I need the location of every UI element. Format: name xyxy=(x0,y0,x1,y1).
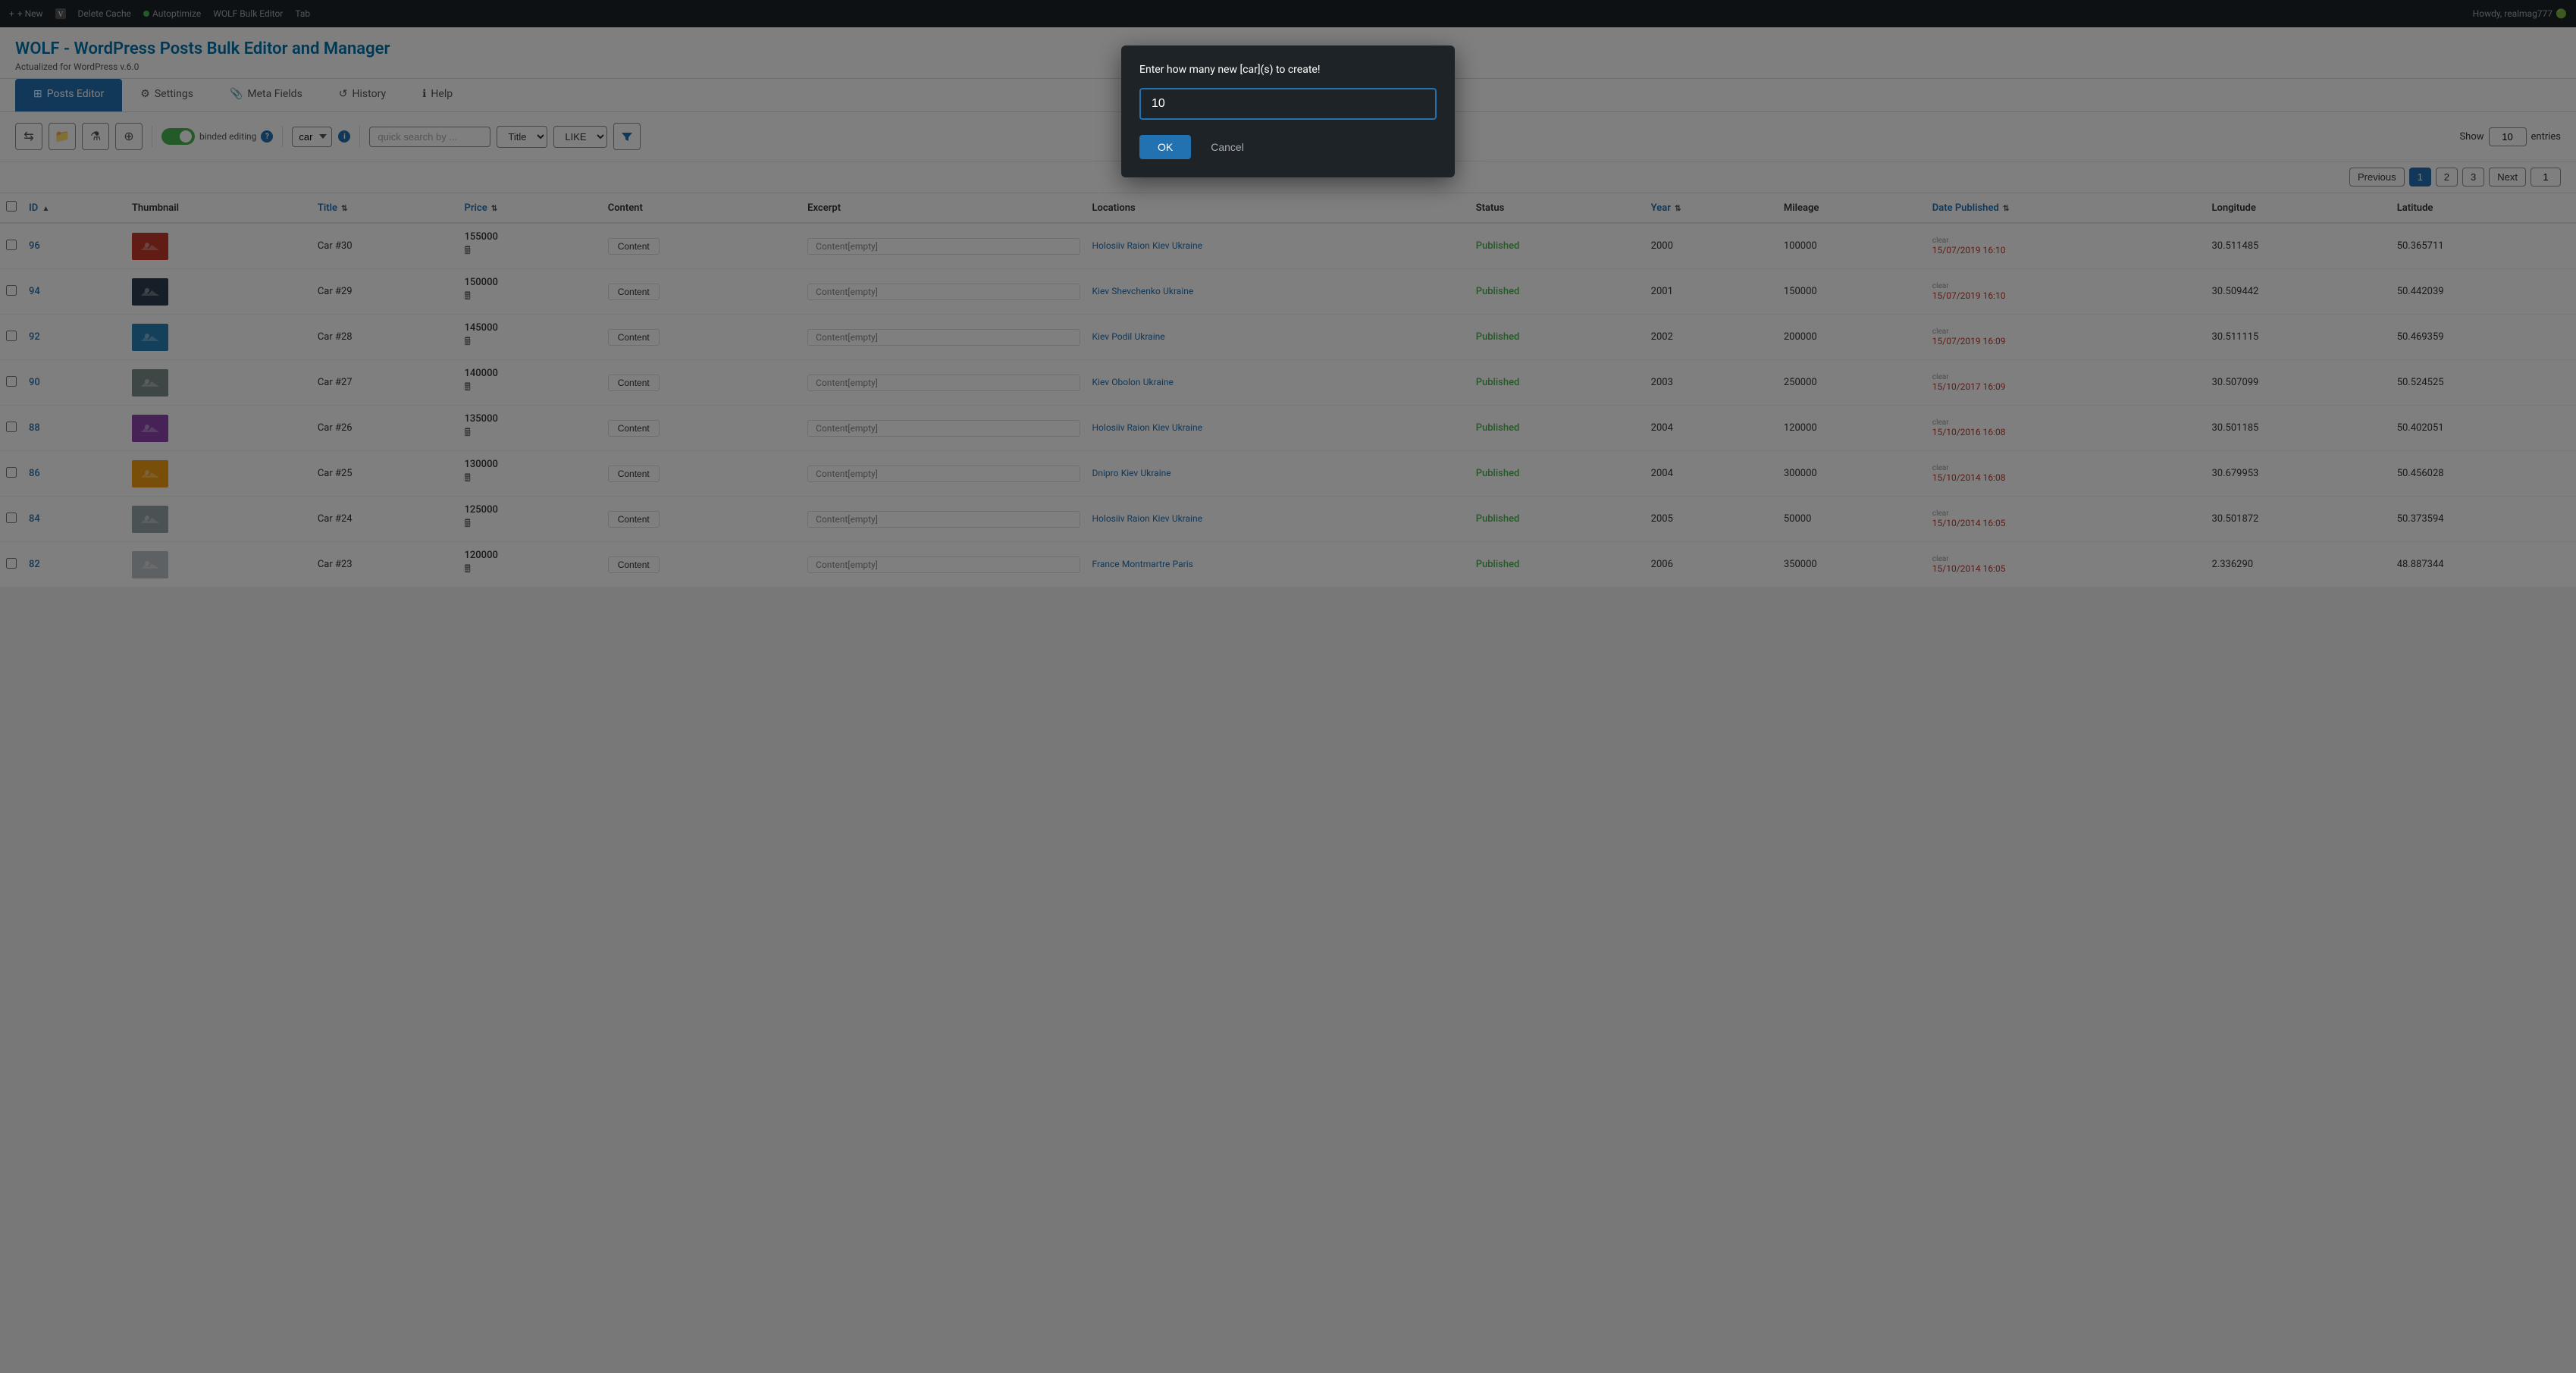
modal-title: Enter how many new [car](s) to create! xyxy=(1139,64,1437,76)
modal-overlay[interactable]: Enter how many new [car](s) to create! O… xyxy=(0,0,2576,1373)
modal-input[interactable] xyxy=(1139,88,1437,120)
modal-ok-button[interactable]: OK xyxy=(1139,135,1191,159)
modal-cancel-button[interactable]: Cancel xyxy=(1199,135,1256,159)
modal-dialog: Enter how many new [car](s) to create! O… xyxy=(1121,45,1455,177)
modal-actions: OK Cancel xyxy=(1139,135,1437,159)
